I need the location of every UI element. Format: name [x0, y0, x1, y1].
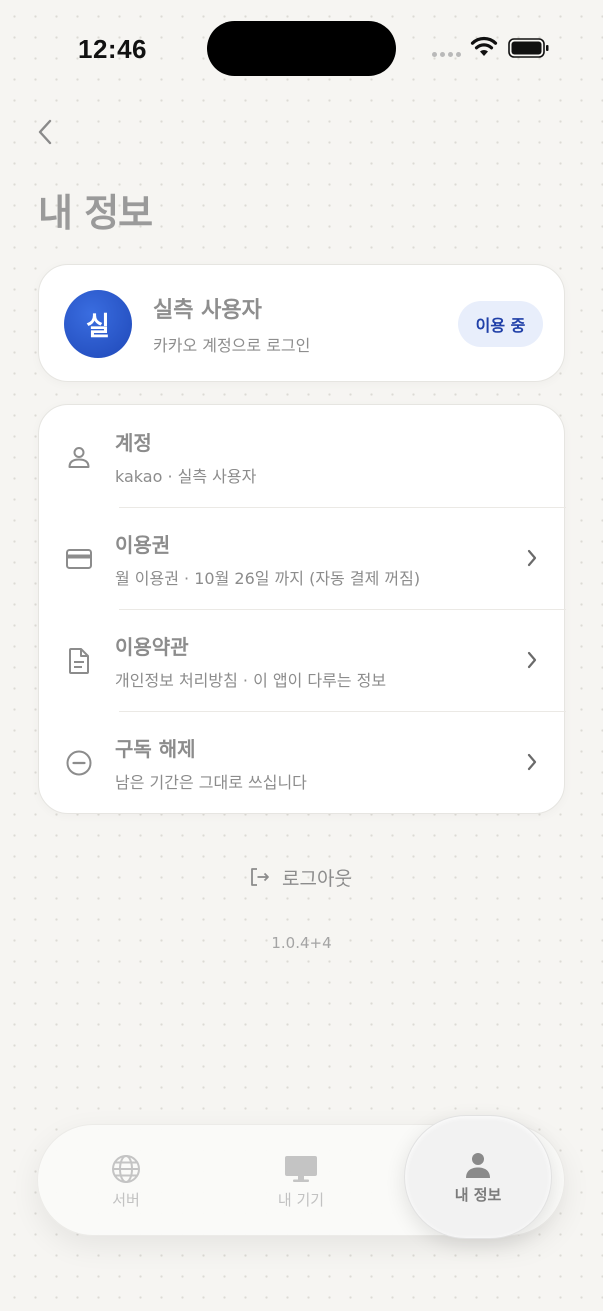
status-clock: 12:46: [78, 34, 147, 64]
minus-circle-icon: [63, 747, 95, 779]
globe-icon: [112, 1154, 140, 1183]
chevron-left-icon: [38, 119, 52, 145]
back-button[interactable]: [28, 114, 62, 150]
menu-item-subtitle: 개인정보 처리방침 · 이 앱이 다루는 정보: [115, 671, 387, 690]
tab-label: 내 정보: [454, 1185, 502, 1204]
person-icon: [466, 1152, 490, 1178]
battery-icon: [508, 38, 549, 58]
monitor-icon: [285, 1155, 317, 1182]
cellular-signal-icon: [432, 52, 461, 57]
divider: [119, 507, 566, 508]
menu-item-title: 계정: [115, 431, 152, 455]
wifi-icon: [470, 36, 498, 56]
logout-button[interactable]: 로그아웃: [248, 862, 352, 892]
dynamic-island: [207, 21, 396, 76]
login-method-text: 카카오 계정으로 로그인: [153, 336, 311, 355]
menu-item-unsubscribe[interactable]: 구독 해제 남은 기간은 그대로 쓰십니다: [39, 711, 566, 813]
menu-item-account: 계정 kakao · 실측 사용자: [39, 405, 566, 507]
document-icon: [63, 645, 95, 677]
status-bar: 12:46: [0, 0, 603, 100]
avatar: 실: [64, 290, 132, 358]
person-icon: [63, 441, 95, 473]
settings-menu: 계정 kakao · 실측 사용자 이용권 월 이용권 · 10월 26일 까지…: [38, 404, 566, 814]
chevron-right-icon: [527, 549, 537, 567]
profile-card: 실 실측 사용자 카카오 계정으로 로그인 이용 중: [38, 264, 565, 382]
profile-name: 실측 사용자: [153, 298, 262, 323]
menu-item-subtitle: 월 이용권 · 10월 26일 까지 (자동 결제 꺼짐): [115, 569, 421, 588]
tab-label: 서버: [112, 1190, 140, 1209]
menu-item-terms[interactable]: 이용약관 개인정보 처리방침 · 이 앱이 다루는 정보: [39, 609, 566, 711]
menu-item-title: 구독 해제: [115, 737, 196, 761]
status-badge: 이용 중: [458, 301, 543, 347]
menu-item-pass[interactable]: 이용권 월 이용권 · 10월 26일 까지 (자동 결제 꺼짐): [39, 507, 566, 609]
credit-card-icon: [63, 543, 95, 575]
page-title: 내 정보: [38, 191, 153, 235]
tab-server[interactable]: 서버: [78, 1125, 174, 1237]
tab-my-info[interactable]: 내 정보: [404, 1115, 552, 1239]
logout-label: 로그아웃: [282, 867, 352, 890]
divider: [119, 609, 566, 610]
bottom-tab-bar: 서버 내 기기 내 정보: [37, 1115, 565, 1239]
menu-item-title: 이용약관: [115, 635, 189, 659]
tab-label: 내 기기: [277, 1190, 325, 1209]
menu-item-subtitle: 남은 기간은 그대로 쓰십니다: [115, 773, 307, 792]
menu-item-subtitle: kakao · 실측 사용자: [115, 467, 257, 486]
logout-icon: [251, 868, 269, 886]
chevron-right-icon: [527, 651, 537, 669]
chevron-right-icon: [527, 753, 537, 771]
divider: [119, 711, 566, 712]
menu-item-title: 이용권: [115, 533, 171, 557]
tab-my-device[interactable]: 내 기기: [253, 1125, 349, 1237]
app-version: 1.0.4+4: [271, 934, 332, 952]
